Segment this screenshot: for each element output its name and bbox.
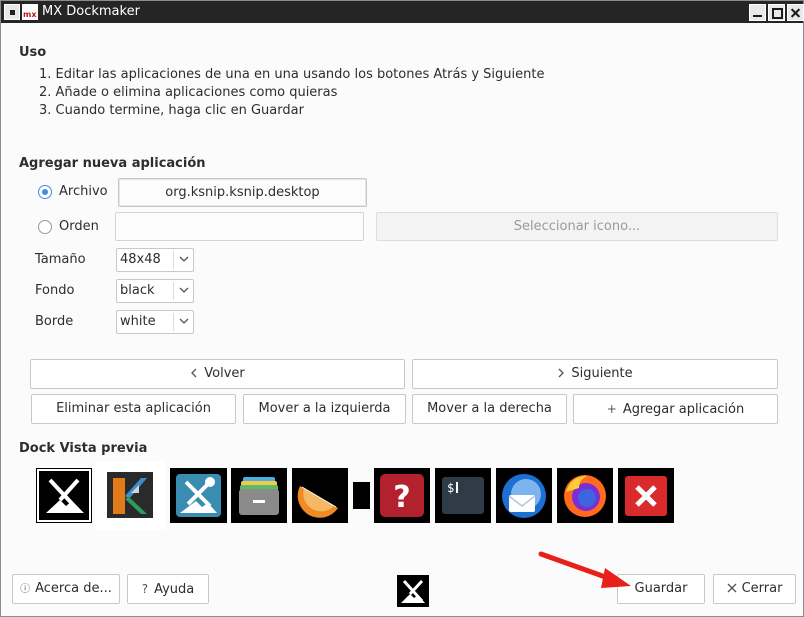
border-label: Borde — [35, 314, 74, 329]
chevron-right-icon — [558, 368, 565, 378]
border-select[interactable]: white — [116, 310, 194, 334]
about-button-label: Acerca de... — [35, 581, 112, 596]
command-field[interactable] — [115, 212, 364, 241]
file-label: Archivo — [59, 184, 108, 199]
delete-app-button[interactable]: Eliminar esta aplicación — [31, 394, 236, 424]
svg-text:?: ? — [393, 480, 410, 515]
size-select-divider — [173, 251, 174, 269]
title-bar: mx MX Dockmaker — [1, 1, 804, 23]
command-radio[interactable] — [38, 220, 52, 234]
move-left-button-label: Mover a la izquierda — [258, 401, 391, 416]
clementine-icon[interactable] — [292, 468, 348, 523]
mx-tweak-icon[interactable] — [170, 468, 227, 523]
select-icon-button[interactable]: Seleccionar icono... — [376, 212, 778, 241]
background-label: Fondo — [35, 283, 75, 298]
help-button-label: Ayuda — [154, 582, 195, 597]
background-select-value: black — [120, 283, 155, 298]
next-button-label: Siguiente — [571, 366, 633, 381]
chevron-left-icon — [191, 368, 197, 378]
separator-icon — [353, 482, 370, 509]
minimize-button[interactable] — [749, 4, 766, 21]
close-button[interactable]: Cerrar — [713, 574, 796, 604]
close-window-button[interactable] — [787, 4, 804, 21]
plus-icon: + — [606, 402, 617, 416]
ksnip-icon[interactable] — [95, 461, 165, 530]
save-button-label: Guardar — [634, 581, 688, 596]
question-icon: ? — [141, 582, 149, 596]
usage-step-2: 2. Añade o elimina aplicaciones como qui… — [39, 85, 338, 100]
annotation-arrow-icon — [538, 551, 631, 588]
help-button[interactable]: ? Ayuda — [127, 574, 209, 604]
window-menu-button[interactable] — [4, 4, 20, 20]
move-right-button-label: Mover a la derecha — [427, 401, 552, 416]
close-icon — [727, 583, 737, 593]
thunderbird-icon[interactable] — [496, 468, 552, 523]
border-select-value: white — [120, 314, 156, 329]
about-button[interactable]: ⓘ Acerca de... — [12, 574, 120, 604]
window-title: MX Dockmaker — [42, 4, 140, 19]
mx-logo — [397, 575, 429, 607]
usage-heading: Uso — [19, 45, 47, 60]
preview-heading: Dock Vista previa — [19, 441, 148, 456]
move-right-button[interactable]: Mover a la derecha — [412, 394, 567, 424]
close-button-label: Cerrar — [741, 581, 783, 596]
chevron-down-icon — [179, 287, 189, 293]
background-select[interactable]: black — [116, 279, 194, 303]
terminal-icon[interactable]: $ — [435, 468, 491, 523]
add-app-button[interactable]: + Agregar aplicación — [573, 394, 778, 424]
usage-step-3: 3. Cuando termine, haga clic en Guardar — [39, 103, 304, 118]
app-icon: mx — [22, 4, 38, 20]
mx-tools-icon[interactable] — [36, 468, 92, 523]
file-field[interactable]: org.ksnip.ksnip.desktop — [118, 178, 367, 207]
add-app-heading: Agregar nueva aplicación — [19, 156, 206, 171]
back-button-label: Volver — [204, 366, 245, 381]
info-icon: ⓘ — [20, 584, 31, 595]
size-select-value: 48x48 — [120, 252, 161, 267]
svg-text:$: $ — [447, 481, 454, 495]
firefox-icon[interactable] — [557, 468, 613, 523]
maximize-button[interactable] — [768, 4, 785, 21]
size-label: Tamaño — [35, 252, 86, 267]
usage-step-1: 1. Editar las aplicaciones de una en una… — [39, 67, 545, 82]
mx-dockmaker-window: mx MX Dockmaker Uso 1. Editar las aplica… — [0, 0, 804, 617]
command-label: Orden — [59, 219, 99, 234]
back-button[interactable]: Volver — [30, 359, 405, 389]
delete-app-button-label: Eliminar esta aplicación — [56, 401, 211, 416]
size-select[interactable]: 48x48 — [116, 248, 194, 272]
archive-manager-icon[interactable] — [231, 468, 287, 523]
close-window-icon[interactable] — [618, 468, 674, 523]
move-left-button[interactable]: Mover a la izquierda — [243, 394, 406, 424]
next-button[interactable]: Siguiente — [412, 359, 778, 389]
background-select-divider — [173, 282, 174, 300]
file-radio[interactable] — [38, 185, 52, 199]
chevron-down-icon — [179, 256, 189, 262]
add-app-button-label: Agregar aplicación — [622, 402, 745, 417]
chevron-down-icon — [179, 318, 189, 324]
border-select-divider — [173, 313, 174, 331]
help-icon[interactable]: ? — [374, 468, 430, 523]
